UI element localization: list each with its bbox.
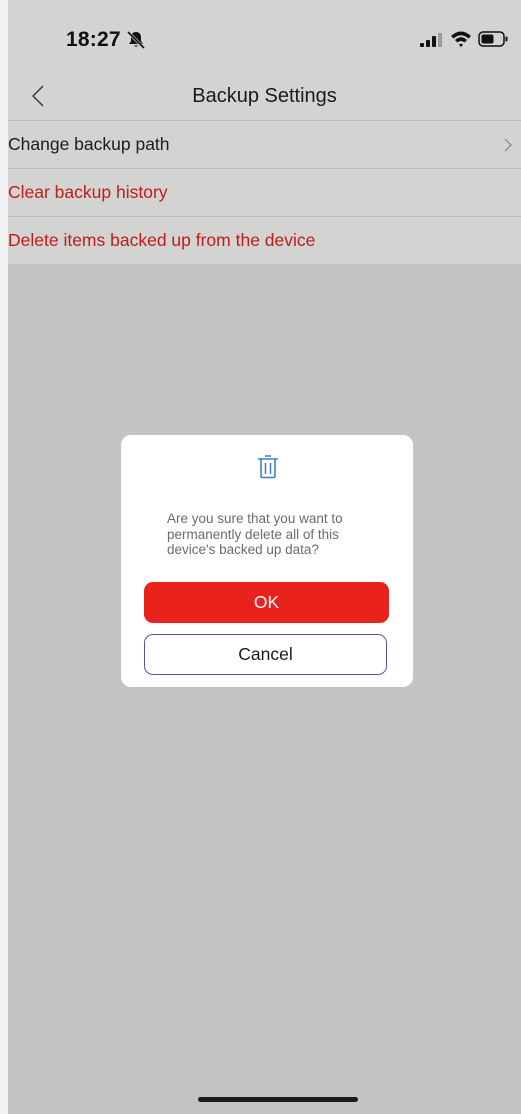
delete-backed-up-items-row[interactable]: Delete items backed up from the device [8,217,521,264]
home-indicator[interactable] [198,1097,358,1102]
confirm-delete-dialog: Are you sure that you want to permanentl… [121,435,413,687]
cancel-button[interactable]: Cancel [144,634,387,675]
delete-backed-up-items-label: Delete items backed up from the device [8,230,316,250]
nav-header: Backup Settings [8,74,521,121]
clear-backup-history-label: Clear backup history [8,182,168,202]
chevron-right-icon [504,138,512,152]
dialog-message: Are you sure that you want to permanentl… [167,511,343,557]
trash-icon [258,455,278,479]
status-time: 18:27 [66,28,121,51]
wifi-icon [451,31,471,47]
settings-list: Change backup path Clear backup history … [8,121,521,264]
status-bar: 18:27 [8,0,521,74]
clear-backup-history-row[interactable]: Clear backup history [8,169,521,217]
change-backup-path-row[interactable]: Change backup path [8,121,521,169]
screen: 18:27 Backup Settings Change backup path… [8,0,521,1114]
signal-icon [420,33,442,47]
battery-icon [478,31,508,47]
change-backup-path-label: Change backup path [8,134,170,154]
ok-button[interactable]: OK [144,582,389,623]
page-title: Backup Settings [192,85,337,107]
bell-slash-icon [126,30,146,50]
